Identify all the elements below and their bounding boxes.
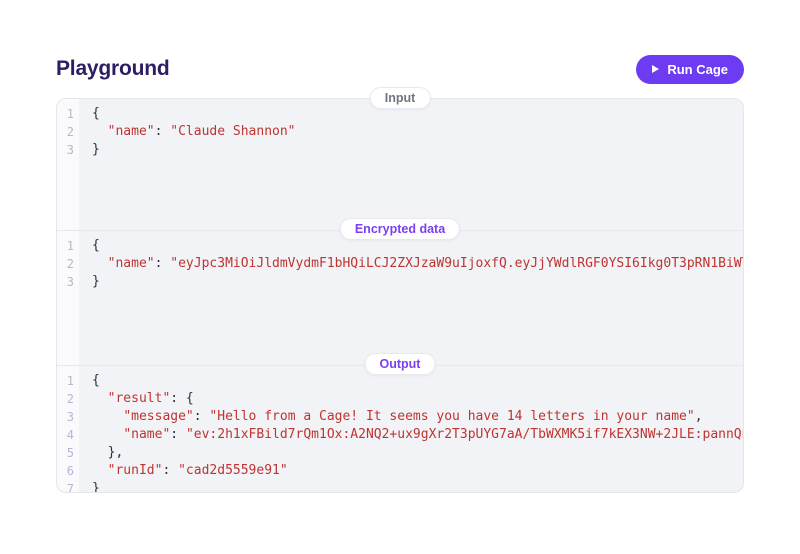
output-code-area[interactable]: { "result": { "message": "Hello from a C… bbox=[79, 366, 743, 492]
line-number: 3 bbox=[57, 408, 74, 426]
line-number: 2 bbox=[57, 390, 74, 408]
encrypted-data-editor[interactable]: 123 { "name": "eyJpc3MiOiJldmVydmF1bHQiL… bbox=[57, 230, 743, 365]
play-icon bbox=[652, 65, 659, 73]
line-number: 2 bbox=[57, 255, 74, 273]
encrypted-code-area[interactable]: { "name": "eyJpc3MiOiJldmVydmF1bHQiLCJ2Z… bbox=[79, 231, 743, 365]
header: Playground Run Cage bbox=[56, 54, 744, 84]
input-code-area[interactable]: { "name": "Claude Shannon"} bbox=[79, 99, 743, 230]
line-number: 3 bbox=[57, 141, 74, 159]
output-editor[interactable]: 1234567 { "result": { "message": "Hello … bbox=[57, 365, 743, 492]
code-line: } bbox=[92, 480, 743, 492]
code-line: "name": "eyJpc3MiOiJldmVydmF1bHQiLCJ2ZXJ… bbox=[92, 255, 743, 273]
line-number: 1 bbox=[57, 237, 74, 255]
code-line: "result": { bbox=[92, 390, 743, 408]
line-number-gutter: 1234567 bbox=[57, 366, 79, 492]
line-number: 3 bbox=[57, 273, 74, 291]
code-line: } bbox=[92, 273, 743, 291]
code-line: } bbox=[92, 141, 743, 159]
output-section-label: Output bbox=[380, 357, 421, 371]
line-number: 4 bbox=[57, 426, 74, 444]
input-section-label: Input bbox=[385, 91, 416, 105]
line-number: 1 bbox=[57, 105, 74, 123]
line-number-gutter: 123 bbox=[57, 99, 79, 230]
encrypted-data-section-badge: Encrypted data bbox=[340, 218, 460, 240]
line-number: 1 bbox=[57, 372, 74, 390]
code-line: }, bbox=[92, 444, 743, 462]
input-editor[interactable]: 123 { "name": "Claude Shannon"} bbox=[57, 99, 743, 230]
input-section-badge: Input bbox=[370, 87, 431, 109]
code-line: "runId": "cad2d5559e91" bbox=[92, 462, 743, 480]
page-title: Playground bbox=[56, 57, 170, 81]
line-number-gutter: 123 bbox=[57, 231, 79, 365]
code-line: "message": "Hello from a Cage! It seems … bbox=[92, 408, 743, 426]
playground-page: Playground Run Cage 123 { "name": "Claud… bbox=[0, 0, 800, 493]
encrypted-data-section-label: Encrypted data bbox=[355, 222, 445, 236]
line-number: 6 bbox=[57, 462, 74, 480]
editors-container: 123 { "name": "Claude Shannon"} 123 { "n… bbox=[56, 98, 744, 493]
code-line: "name": "Claude Shannon" bbox=[92, 123, 743, 141]
output-section-badge: Output bbox=[365, 353, 436, 375]
editor-stack: 123 { "name": "Claude Shannon"} 123 { "n… bbox=[56, 98, 744, 493]
code-line: "name": "ev:2h1xFBild7rQm1Ox:A2NQ2+ux9gX… bbox=[92, 426, 743, 444]
run-cage-label: Run Cage bbox=[667, 62, 728, 77]
line-number: 5 bbox=[57, 444, 74, 462]
line-number: 7 bbox=[57, 480, 74, 492]
run-cage-button[interactable]: Run Cage bbox=[636, 55, 744, 84]
line-number: 2 bbox=[57, 123, 74, 141]
